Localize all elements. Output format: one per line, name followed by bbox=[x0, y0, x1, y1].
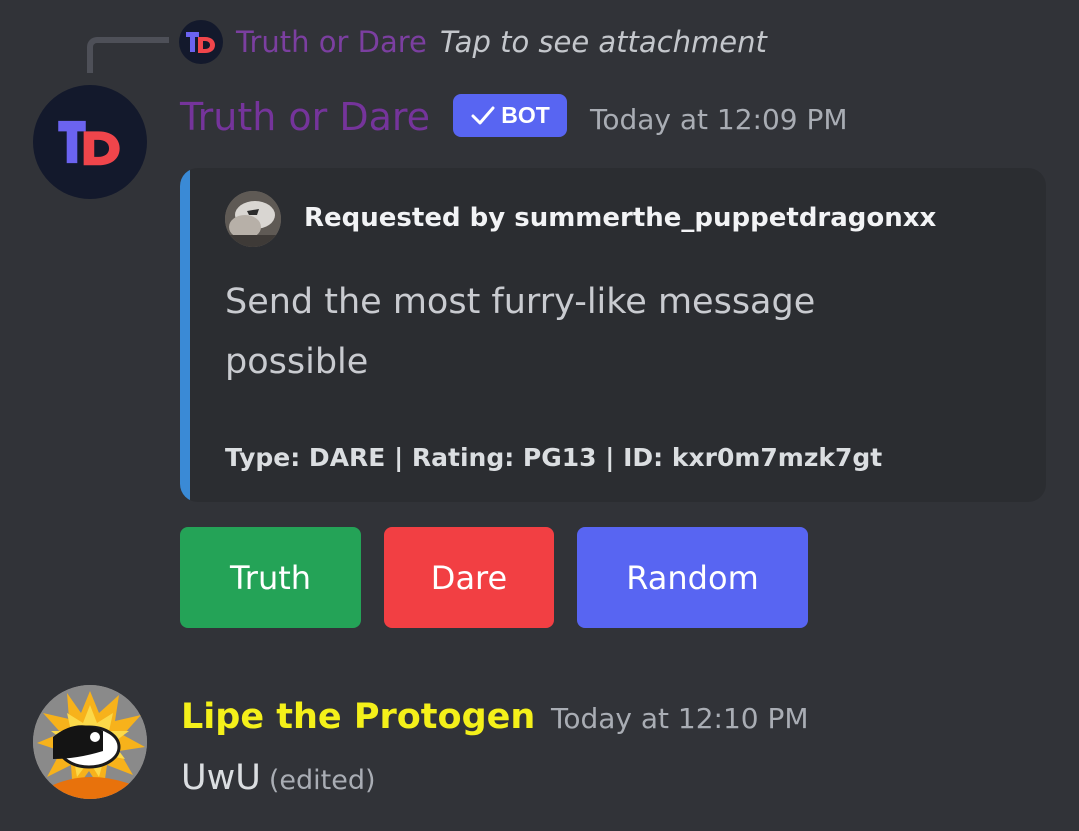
user-author-name[interactable]: Lipe the Protogen bbox=[181, 690, 535, 744]
random-button[interactable]: Random bbox=[577, 527, 808, 628]
verified-check-icon bbox=[471, 106, 495, 124]
td-logo-icon bbox=[186, 32, 215, 53]
reply-spine bbox=[87, 37, 169, 73]
dare-button[interactable]: Dare bbox=[384, 527, 554, 628]
embed-description: Send the most furry-like message possibl… bbox=[225, 282, 816, 382]
bot-badge-label: BOT bbox=[501, 102, 550, 128]
user-avatar[interactable] bbox=[33, 685, 147, 799]
user-message-content: UwU (edited) bbox=[181, 750, 376, 809]
protogen-avatar-image bbox=[33, 685, 147, 799]
embed-author-avatar[interactable] bbox=[225, 191, 281, 247]
chat-view: Truth or Dare Tap to see attachment Trut… bbox=[0, 0, 1079, 831]
truth-button[interactable]: Truth bbox=[180, 527, 361, 628]
bot-author-name[interactable]: Truth or Dare bbox=[180, 90, 430, 144]
user-message-text: UwU bbox=[181, 758, 261, 798]
embed-author: Requested by summerthe_puppetdragonxx bbox=[304, 203, 937, 233]
edited-marker: (edited) bbox=[268, 765, 376, 796]
td-logo-icon bbox=[58, 120, 120, 166]
bot-badge: BOT bbox=[453, 94, 567, 137]
embed-footer: Type: DARE | Rating: PG13 | ID: kxr0m7mz… bbox=[225, 443, 883, 472]
embed-accent-bar bbox=[180, 168, 190, 502]
reply-author[interactable]: Truth or Dare bbox=[236, 20, 427, 64]
message-embed: Requested by summerthe_puppetdragonxx Se… bbox=[180, 168, 1046, 502]
bot-timestamp: Today at 12:09 PM bbox=[590, 103, 848, 136]
bot-avatar[interactable] bbox=[33, 85, 147, 199]
reply-attachment-text[interactable]: Tap to see attachment bbox=[440, 20, 767, 64]
requester-avatar-image bbox=[225, 191, 281, 247]
reply-avatar[interactable] bbox=[179, 20, 223, 64]
user-timestamp: Today at 12:10 PM bbox=[551, 702, 809, 735]
